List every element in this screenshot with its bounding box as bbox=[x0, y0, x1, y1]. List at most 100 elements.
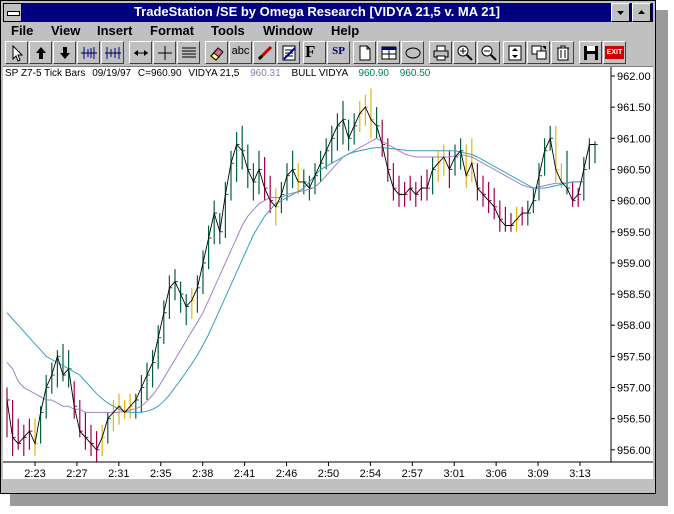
price-bar bbox=[432, 156, 436, 195]
minimize-icon bbox=[617, 11, 624, 15]
menu-view[interactable]: View bbox=[51, 23, 80, 38]
system-menu-button[interactable] bbox=[3, 3, 22, 22]
zoom-in-icon bbox=[457, 45, 473, 61]
price-bar bbox=[437, 150, 442, 182]
status-bar bbox=[3, 479, 653, 492]
price-bar bbox=[353, 113, 358, 145]
y-tick-label: 960.00 bbox=[617, 196, 651, 208]
print-button[interactable] bbox=[429, 41, 452, 64]
cascade-windows-button[interactable] bbox=[527, 41, 550, 64]
compress-bars-icon bbox=[81, 47, 97, 59]
ellipse-tool-button[interactable] bbox=[401, 41, 424, 64]
menu-insert[interactable]: Insert bbox=[97, 23, 132, 38]
price-bar bbox=[247, 144, 251, 189]
crosshair-icon bbox=[158, 46, 172, 60]
price-bar bbox=[140, 375, 145, 413]
y-tick-label: 958.50 bbox=[617, 289, 651, 301]
y-tick-label: 959.00 bbox=[617, 258, 651, 270]
price-bar bbox=[62, 343, 66, 382]
symbol-button[interactable]: SP bbox=[327, 41, 350, 64]
price-bar bbox=[454, 144, 458, 176]
price-bar bbox=[359, 100, 363, 133]
price-bar bbox=[314, 163, 318, 195]
trendline-tool-button[interactable] bbox=[253, 41, 276, 64]
price-bar bbox=[476, 163, 481, 201]
text-tool-button[interactable]: abc bbox=[229, 41, 252, 64]
close-line bbox=[6, 106, 595, 451]
delete-button[interactable] bbox=[551, 41, 574, 64]
price-bar bbox=[258, 150, 262, 195]
window-title: TradeStation /SE by Omega Research [VIDY… bbox=[133, 4, 501, 19]
menu-bar: File View Insert Format Tools Window Hel… bbox=[3, 22, 653, 40]
app-window: TradeStation /SE by Omega Research [VIDY… bbox=[0, 0, 656, 494]
eraser-tool-button[interactable] bbox=[205, 41, 228, 64]
price-chart[interactable]: 962.00 961.50 961.00 960.50 960.00 959.50 959.… bbox=[3, 67, 653, 480]
y-tick-label: 962.00 bbox=[617, 71, 651, 83]
maximize-icon bbox=[638, 10, 645, 14]
menu-file[interactable]: File bbox=[11, 23, 33, 38]
price-bar bbox=[12, 399, 16, 457]
move-up-button[interactable] bbox=[29, 41, 52, 64]
maximize-button[interactable] bbox=[632, 3, 651, 22]
price-bar bbox=[185, 294, 190, 326]
price-bar bbox=[499, 200, 503, 232]
vidya-line bbox=[6, 137, 584, 413]
zoom-out-button[interactable] bbox=[477, 41, 500, 64]
function-tool-button[interactable]: F bbox=[303, 41, 326, 64]
move-down-button[interactable] bbox=[53, 41, 76, 64]
price-bar bbox=[236, 132, 240, 182]
price-bar bbox=[398, 175, 402, 207]
y-tick-label: 956.00 bbox=[617, 445, 651, 457]
double-arrow-icon bbox=[134, 50, 148, 56]
scale-button[interactable] bbox=[503, 41, 526, 64]
crosshair-tool-button[interactable] bbox=[153, 41, 176, 64]
fibonacci-tool-button[interactable] bbox=[277, 41, 300, 64]
price-bar bbox=[56, 350, 61, 388]
horizontal-line-tool-button[interactable] bbox=[129, 41, 152, 64]
price-bar bbox=[17, 418, 22, 450]
price-bar bbox=[594, 141, 598, 164]
chart-window[interactable]: SP Z7-5 Tick Bars 09/19/97 C=960.90 VIDY… bbox=[3, 66, 653, 480]
ellipse-icon bbox=[405, 47, 421, 59]
price-bar bbox=[241, 125, 246, 170]
price-bar bbox=[23, 424, 27, 457]
price-bar bbox=[342, 100, 346, 145]
function-tool-label: F bbox=[305, 42, 316, 61]
exit-button[interactable]: EXIT bbox=[603, 41, 626, 64]
arrow-down-icon bbox=[60, 47, 70, 59]
gridlines-icon bbox=[182, 47, 196, 58]
expand-bars-button[interactable] bbox=[101, 41, 124, 64]
symbol-label: SP bbox=[332, 45, 345, 57]
expand-bars-icon bbox=[105, 47, 121, 59]
pointer-tool-button[interactable] bbox=[5, 41, 28, 64]
minimize-button[interactable] bbox=[611, 3, 630, 22]
price-bar bbox=[571, 181, 576, 207]
menu-tools[interactable]: Tools bbox=[211, 23, 245, 38]
menu-help[interactable]: Help bbox=[331, 23, 359, 38]
window-layout-button[interactable] bbox=[377, 41, 400, 64]
price-bar bbox=[331, 125, 335, 164]
save-button[interactable] bbox=[579, 41, 602, 64]
gridlines-button[interactable] bbox=[177, 41, 200, 64]
price-bar bbox=[465, 144, 470, 189]
eraser-icon bbox=[210, 47, 224, 61]
price-bar bbox=[286, 163, 290, 201]
price-bar bbox=[521, 206, 526, 226]
menu-format[interactable]: Format bbox=[150, 23, 194, 38]
price-bar bbox=[90, 424, 94, 457]
floppy-disk-icon bbox=[584, 46, 598, 60]
zoom-in-button[interactable] bbox=[453, 41, 476, 64]
trash-icon bbox=[557, 45, 569, 61]
new-document-button[interactable] bbox=[353, 41, 376, 64]
toolbar: abc F SP EXIT bbox=[3, 40, 653, 66]
moving-average-line bbox=[6, 147, 584, 413]
price-bar bbox=[168, 275, 173, 319]
menu-window[interactable]: Window bbox=[263, 23, 313, 38]
title-bar[interactable]: TradeStation /SE by Omega Research [VIDY… bbox=[3, 3, 653, 22]
price-bar bbox=[426, 169, 430, 201]
notepad-icon bbox=[282, 45, 296, 61]
price-bar bbox=[588, 138, 593, 170]
new-document-icon bbox=[359, 45, 371, 61]
compress-bars-button[interactable] bbox=[77, 41, 100, 64]
pointer-icon bbox=[12, 44, 24, 62]
